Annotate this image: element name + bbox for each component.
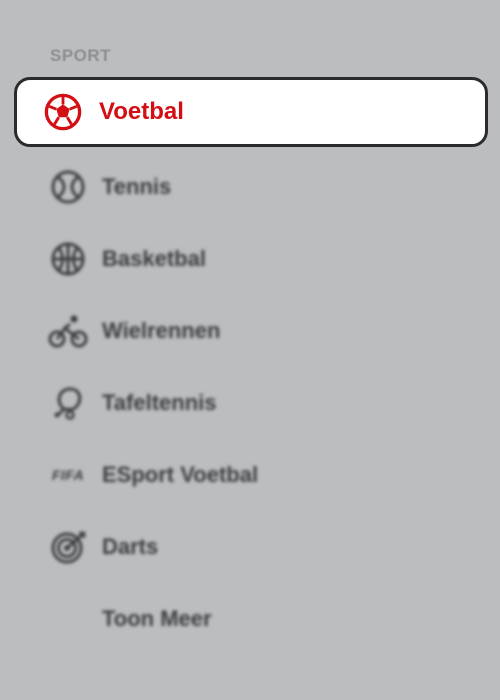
sport-item-label: Tennis	[102, 174, 172, 199]
cyclist-icon	[48, 311, 88, 351]
show-more-link[interactable]: Toon Meer	[48, 594, 212, 644]
sport-menu: SPORT Voetbal Tennis Basketbal Wielrenne…	[0, 0, 500, 700]
sport-item-label: Basketbal	[102, 246, 206, 271]
table-tennis-icon	[48, 383, 88, 423]
sport-item-label: Darts	[102, 534, 159, 559]
sport-item-label: Wielrennen	[102, 318, 221, 343]
sport-item-esport-voetbal[interactable]: FIFA ESport Voetbal	[48, 450, 258, 500]
tennis-ball-icon	[48, 167, 88, 207]
sport-item-tafeltennis[interactable]: Tafeltennis	[48, 378, 217, 428]
sport-item-label: Voetbal	[99, 98, 184, 125]
sport-item-voetbal[interactable]: Voetbal	[14, 77, 488, 147]
sport-item-tennis[interactable]: Tennis	[48, 162, 171, 212]
soccer-ball-icon	[43, 92, 83, 132]
section-title: SPORT	[50, 46, 112, 65]
dartboard-icon	[48, 527, 88, 567]
show-more-label: Toon Meer	[102, 606, 212, 631]
fifa-icon: FIFA	[51, 467, 85, 483]
sport-item-label: Tafeltennis	[102, 390, 217, 415]
sport-item-wielrennen[interactable]: Wielrennen	[48, 306, 220, 356]
sport-item-basketbal[interactable]: Basketbal	[48, 234, 206, 284]
sport-item-label: ESport Voetbal	[102, 462, 259, 487]
sport-item-darts[interactable]: Darts	[48, 522, 158, 572]
basketball-icon	[48, 239, 88, 279]
